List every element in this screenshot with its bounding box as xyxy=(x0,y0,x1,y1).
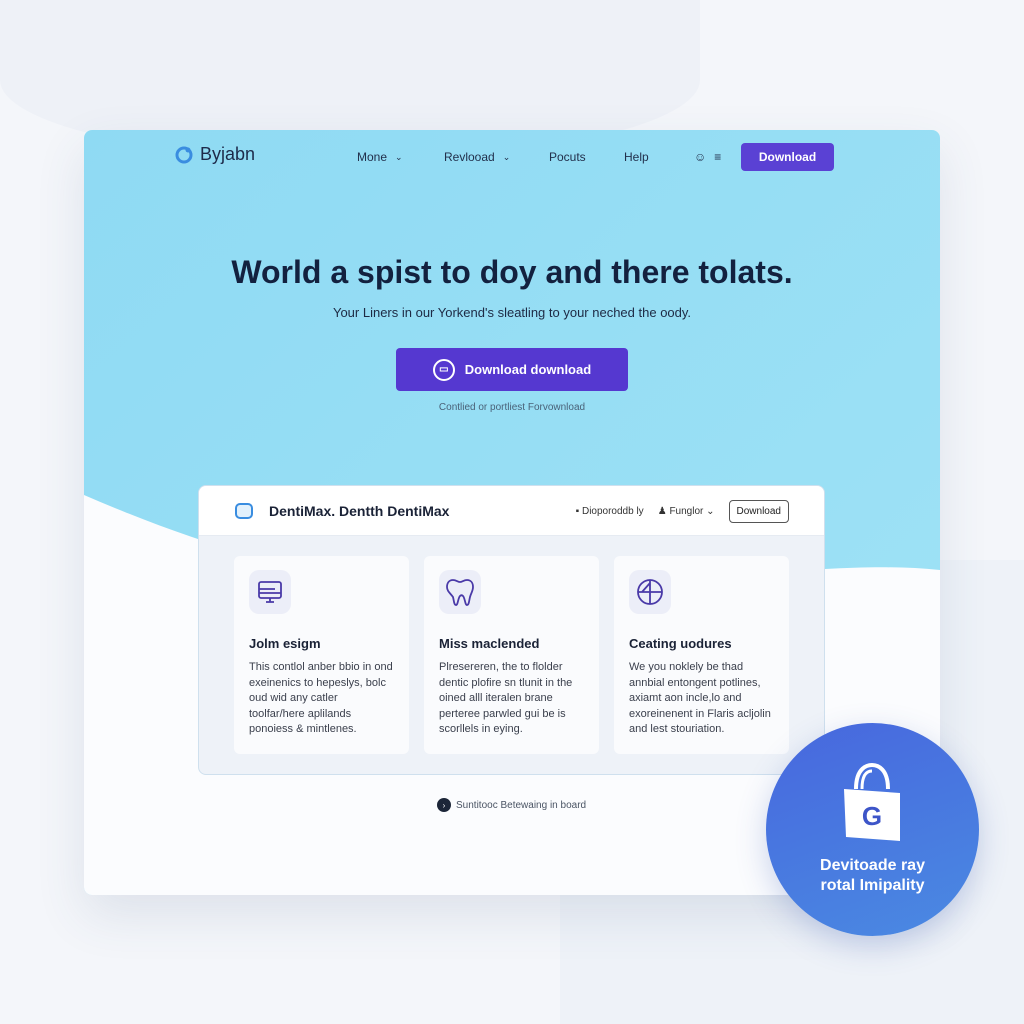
hero-note[interactable]: Contlied or portliest Forvownload xyxy=(84,402,940,413)
app-preview-panel: DentiMax. Dentth DentiMax ▪ Dioporoddb l… xyxy=(198,485,825,775)
card-title: Jolm esigm xyxy=(249,636,321,651)
card-text: We you noklely be thad annbial entongent… xyxy=(629,661,771,735)
top-nav: Byjabn Mone ⌄ Revlooad ⌄ Pocuts Help ☺ ≡ Do… xyxy=(84,130,940,185)
card-text: Plresereren, the to flolder dentic plofi… xyxy=(439,661,573,735)
brand-logo[interactable]: Byjabn xyxy=(174,144,255,165)
badge-line-1: Devitoade ray xyxy=(820,857,925,874)
status-line: › Suntitooc Betewaing in board xyxy=(437,798,586,812)
nav-item-mone[interactable]: Mone ⌄ xyxy=(357,150,403,164)
panel-title: DentiMax. Dentth DentiMax xyxy=(269,502,450,519)
user-icon: ☺ xyxy=(694,150,707,164)
cta-label: Download download xyxy=(464,362,592,377)
chevron-down-icon: ⌄ xyxy=(395,151,403,162)
link-label: Dioporoddb ly xyxy=(581,506,644,517)
nav-item-pocuts[interactable]: Pocuts xyxy=(549,150,586,164)
menu-icon: ≡ xyxy=(714,150,722,164)
card-title: Miss maclended xyxy=(439,636,540,651)
monitor-icon xyxy=(249,570,291,614)
badge-line-2: rotal Imipality xyxy=(820,877,925,894)
nav-label: Mone xyxy=(357,150,388,164)
panel-header: DentiMax. Dentth DentiMax ▪ Dioporoddb l… xyxy=(199,486,824,536)
chat-icon xyxy=(235,502,253,519)
feature-card[interactable]: Miss maclended Plresereren, the to flold… xyxy=(424,556,599,754)
feature-card[interactable]: Jolm esigm This contlol anber bbio in on… xyxy=(234,556,409,754)
chevron-down-icon: ⌄ xyxy=(502,151,511,162)
panel-link-2[interactable]: ♟ Funglor ⌄ xyxy=(658,506,715,517)
nav-item-help[interactable]: Help xyxy=(624,150,649,164)
panel-link-1[interactable]: ▪ Dioporoddb ly xyxy=(576,506,644,517)
card-text: This contlol anber bbio in ond exeinenic… xyxy=(249,661,393,735)
nav-label: Pocuts xyxy=(549,150,586,164)
hero-download-button[interactable]: ▭ Download download xyxy=(396,348,628,391)
card-title: Ceating uodures xyxy=(629,636,732,651)
svg-text:G: G xyxy=(862,801,882,831)
shopping-bag-icon: G xyxy=(844,763,900,841)
globe-icon xyxy=(629,570,671,614)
tooth-icon xyxy=(439,570,481,614)
account-menu[interactable]: ☺ ≡ xyxy=(694,150,721,164)
promo-badge[interactable]: G Devitoade ray rotal Imipality xyxy=(766,723,979,936)
nav-download-button[interactable]: Download xyxy=(741,143,834,171)
link-label: Funglor xyxy=(669,506,704,517)
arrow-icon: › xyxy=(437,798,451,812)
logo-icon xyxy=(175,146,193,163)
hero-title: World a spist to doy and there tolats. xyxy=(231,254,793,290)
nav-label: Help xyxy=(624,150,649,164)
nav-item-revlooad[interactable]: Revlooad ⌄ xyxy=(444,150,510,164)
download-app-icon: ▭ xyxy=(432,358,455,381)
brand-name: Byjabn xyxy=(200,144,256,164)
hero-subtitle: Your Liners in our Yorkend's sleatling t… xyxy=(332,305,692,320)
feature-card[interactable]: Ceating uodures We you noklely be thad a… xyxy=(614,556,789,754)
status-text: Suntitooc Betewaing in board xyxy=(456,799,587,811)
panel-download-button[interactable]: Download xyxy=(728,500,789,523)
nav-label: Revlooad xyxy=(444,150,495,164)
